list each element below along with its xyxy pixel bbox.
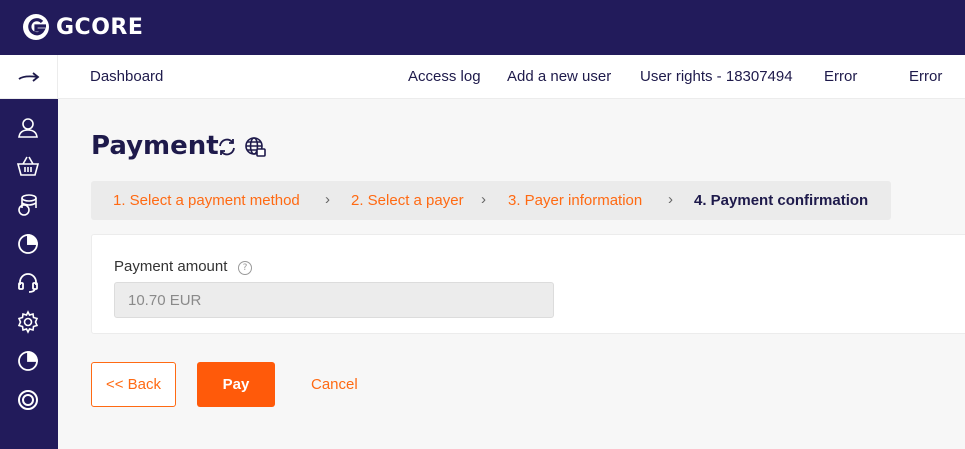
- nav-link-dashboard[interactable]: Dashboard: [90, 68, 163, 85]
- globe-icon[interactable]: [244, 136, 266, 158]
- gear-icon: [17, 310, 39, 334]
- brand-name: GCORE: [56, 14, 144, 40]
- basket-icon: [16, 156, 40, 176]
- lifebuoy-icon: [18, 390, 38, 410]
- sidebar-toggle-button[interactable]: [0, 55, 58, 99]
- coins-icon: [18, 194, 37, 216]
- sidebar-item-billing[interactable]: [15, 192, 41, 218]
- sidebar-item-shop[interactable]: [15, 153, 41, 179]
- sidebar-item-profile[interactable]: [15, 114, 41, 140]
- back-button[interactable]: << Back: [91, 362, 176, 407]
- step-separator: ›: [668, 191, 673, 208]
- nav-link-access-log[interactable]: Access log: [408, 68, 481, 85]
- nav-link-user-rights[interactable]: User rights - 18307494: [640, 68, 793, 85]
- cancel-button[interactable]: Cancel: [311, 376, 358, 393]
- top-header: GCORE: [0, 0, 965, 55]
- user-icon: [18, 118, 38, 138]
- sidebar-item-help[interactable]: [15, 387, 41, 413]
- payment-amount-field[interactable]: [114, 282, 554, 318]
- step-separator: ›: [325, 191, 330, 208]
- sidebar-item-statistics[interactable]: [15, 348, 41, 374]
- step-select-payer[interactable]: 2. Select a payer: [351, 192, 464, 209]
- page-title: Payment: [91, 131, 219, 161]
- nav-link-error-2[interactable]: Error: [909, 68, 942, 85]
- arrow-right-icon: [17, 72, 39, 82]
- sidebar-item-settings[interactable]: [15, 309, 41, 335]
- sidebar-item-support[interactable]: [15, 270, 41, 296]
- sidebar: [0, 99, 58, 449]
- step-payment-confirmation: 4. Payment confirmation: [694, 192, 869, 209]
- nav-bar: Dashboard Access log Add a new user User…: [0, 55, 965, 99]
- nav-link-error-1[interactable]: Error: [824, 68, 857, 85]
- help-icon[interactable]: ?: [238, 261, 252, 275]
- pie-chart-icon: [18, 351, 38, 371]
- pay-button[interactable]: Pay: [197, 362, 275, 407]
- step-payer-information[interactable]: 3. Payer information: [508, 192, 642, 209]
- step-separator: ›: [481, 191, 486, 208]
- refresh-icon[interactable]: [216, 136, 238, 158]
- headset-icon: [18, 273, 38, 293]
- gcore-logo[interactable]: GCORE: [22, 11, 143, 43]
- pie-chart-icon: [18, 234, 38, 254]
- step-select-payment-method[interactable]: 1. Select a payment method: [113, 192, 300, 209]
- sidebar-item-reports[interactable]: [15, 231, 41, 257]
- payment-steps: 1. Select a payment method › 2. Select a…: [91, 181, 891, 220]
- payment-amount-label: Payment amount: [114, 258, 228, 275]
- nav-link-add-user[interactable]: Add a new user: [507, 68, 611, 85]
- gcore-logo-icon: [23, 14, 49, 40]
